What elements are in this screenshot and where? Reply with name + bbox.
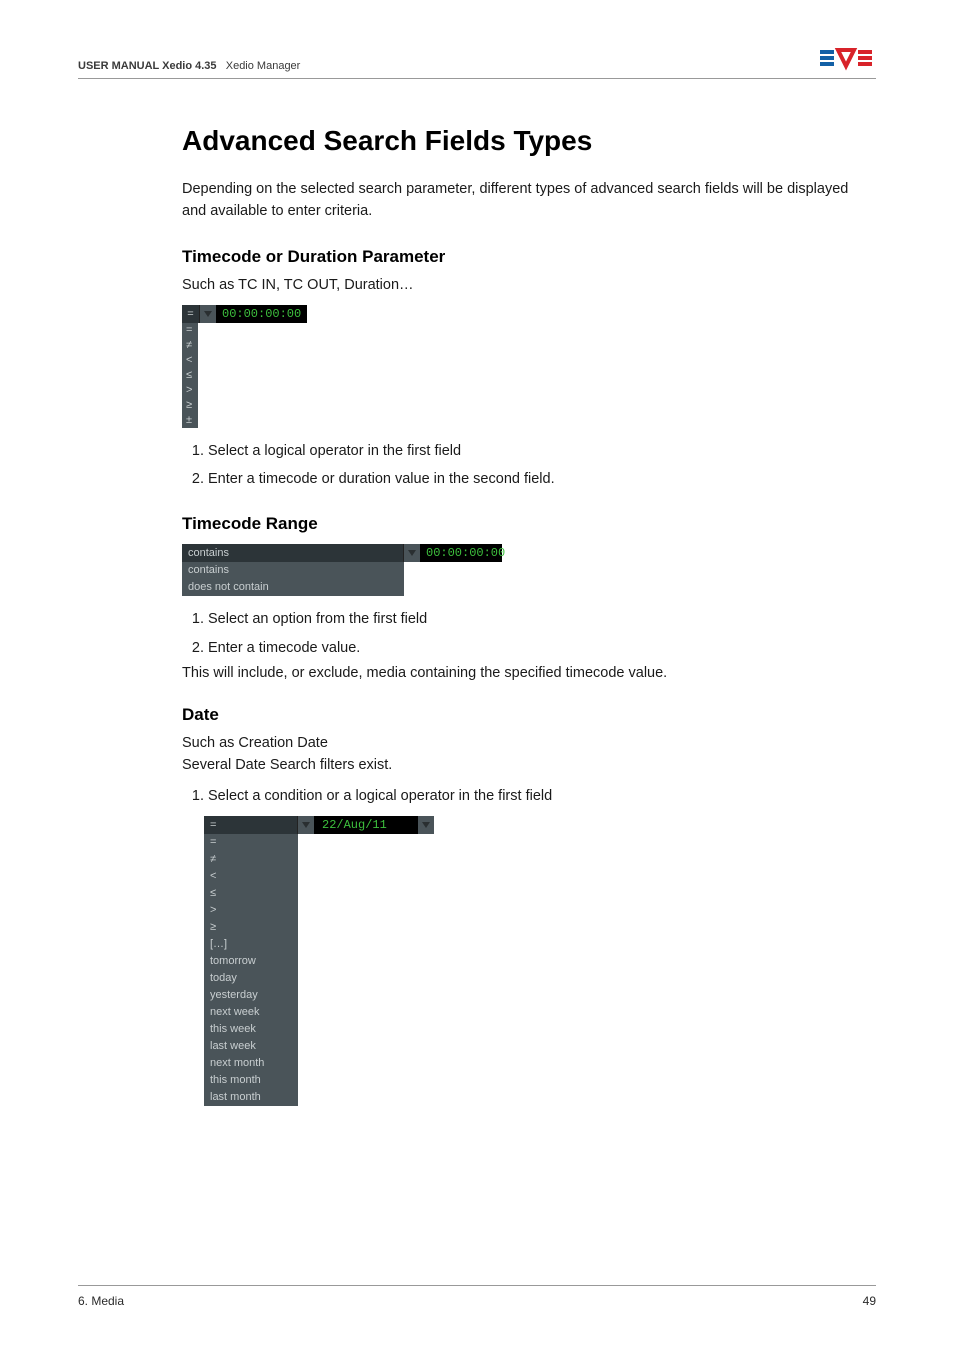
content-area: Advanced Search Fields Types Depending o… <box>182 79 876 1106</box>
intro-paragraph: Depending on the selected search paramet… <box>182 179 876 223</box>
date-lead2: Several Date Search filters exist. <box>182 757 876 773</box>
header-rest: Xedio Manager <box>220 60 301 72</box>
heading-timecode: Timecode or Duration Parameter <box>182 247 876 267</box>
option-today[interactable]: today <box>204 970 298 987</box>
footer-page-number: 49 <box>863 1294 876 1308</box>
evs-logo <box>820 44 876 72</box>
date-steps: Select a condition or a logical operator… <box>182 785 876 807</box>
option-last-week[interactable]: last week <box>204 1038 298 1055</box>
option-this-month[interactable]: this month <box>204 1072 298 1089</box>
contains-select[interactable]: contains <box>182 544 404 562</box>
page-title: Advanced Search Fields Types <box>182 125 876 157</box>
range-step-1: Select an option from the first field <box>208 608 876 630</box>
option-ge[interactable]: ≥ <box>182 398 198 413</box>
option-not-contains[interactable]: does not contain <box>182 579 404 596</box>
chevron-down-icon[interactable] <box>418 816 434 834</box>
operator-select[interactable]: = <box>182 305 200 323</box>
timecode-input[interactable]: 00:00:00:00 <box>216 305 307 323</box>
heading-date: Date <box>182 705 876 725</box>
header-text: USER MANUAL Xedio 4.35 Xedio Manager <box>78 60 300 72</box>
timecode-lead: Such as TC IN, TC OUT, Duration… <box>182 277 876 293</box>
option-gt[interactable]: > <box>182 383 198 398</box>
range-step-2: Enter a timecode value. <box>208 637 876 659</box>
timecode-steps: Select a logical operator in the first f… <box>182 440 876 491</box>
option-pm[interactable]: ± <box>182 413 198 428</box>
option-eq[interactable]: = <box>182 323 198 338</box>
option-range[interactable]: […] <box>204 936 298 953</box>
date-options-list[interactable]: = ≠ < ≤ > ≥ […] tomorrow today yesterday… <box>204 834 298 1106</box>
heading-range: Timecode Range <box>182 514 876 534</box>
option-last-month[interactable]: last month <box>204 1089 298 1106</box>
figure-timecode-dropdown: = 00:00:00:00 = ≠ < ≤ > ≥ ± <box>182 305 307 428</box>
option-neq[interactable]: ≠ <box>204 851 298 868</box>
date-step-1: Select a condition or a logical operator… <box>208 785 876 807</box>
chevron-down-icon[interactable] <box>200 305 216 323</box>
option-yesterday[interactable]: yesterday <box>204 987 298 1004</box>
option-next-week[interactable]: next week <box>204 1004 298 1021</box>
timecode-step-1: Select a logical operator in the first f… <box>208 440 876 462</box>
date-operator-select[interactable]: = <box>204 816 298 834</box>
option-gt[interactable]: > <box>204 902 298 919</box>
range-note: This will include, or exclude, media con… <box>182 665 876 681</box>
option-le[interactable]: ≤ <box>204 885 298 902</box>
range-timecode-input[interactable]: 00:00:00:00 <box>420 544 502 562</box>
option-contains[interactable]: contains <box>182 562 404 579</box>
range-steps: Select an option from the first field En… <box>182 608 876 659</box>
figure-date-dropdown: = 22/Aug/11 = ≠ < ≤ <box>204 816 434 1106</box>
option-ge[interactable]: ≥ <box>204 919 298 936</box>
contains-options-list[interactable]: contains does not contain <box>182 562 404 596</box>
page-footer: 6. Media 49 <box>78 1285 876 1308</box>
option-next-month[interactable]: next month <box>204 1055 298 1072</box>
option-lt[interactable]: < <box>204 868 298 885</box>
option-lt[interactable]: < <box>182 353 198 368</box>
option-this-week[interactable]: this week <box>204 1021 298 1038</box>
option-tomorrow[interactable]: tomorrow <box>204 953 298 970</box>
option-eq[interactable]: = <box>204 834 298 851</box>
option-le[interactable]: ≤ <box>182 368 198 383</box>
chevron-down-icon[interactable] <box>298 816 314 834</box>
operator-options-list[interactable]: = ≠ < ≤ > ≥ ± <box>182 323 198 428</box>
option-neq[interactable]: ≠ <box>182 338 198 353</box>
timecode-step-2: Enter a timecode or duration value in th… <box>208 468 876 490</box>
header-bold: USER MANUAL Xedio 4.35 <box>78 60 217 72</box>
figure-range-dropdown: contains 00:00:00:00 contains does not c… <box>182 544 502 596</box>
date-lead1: Such as Creation Date <box>182 735 876 751</box>
chevron-down-icon[interactable] <box>404 544 420 562</box>
page-header: USER MANUAL Xedio 4.35 Xedio Manager <box>78 44 876 79</box>
footer-section: 6. Media <box>78 1294 124 1308</box>
date-input[interactable]: 22/Aug/11 <box>314 816 418 834</box>
